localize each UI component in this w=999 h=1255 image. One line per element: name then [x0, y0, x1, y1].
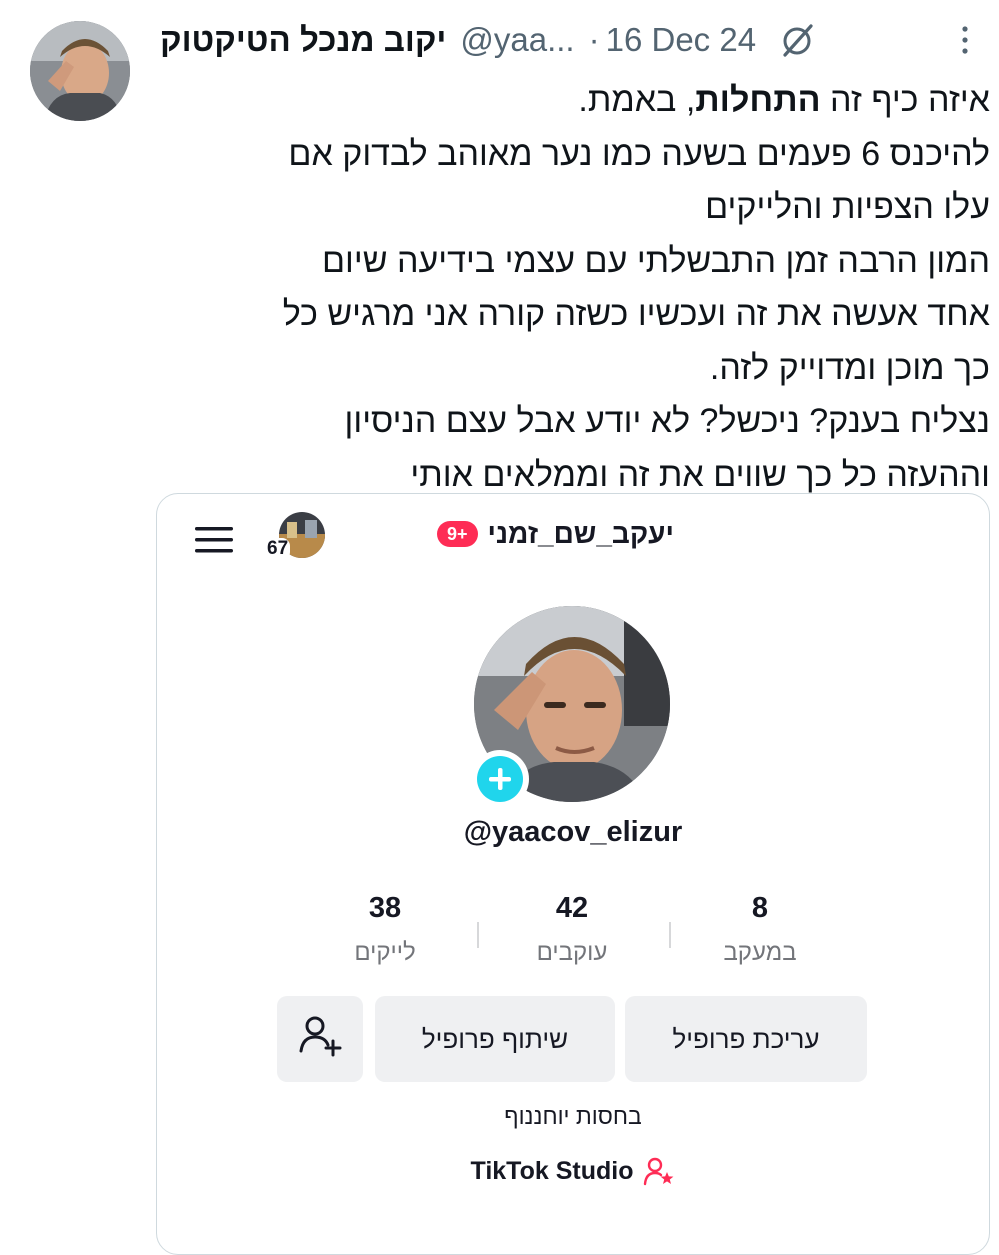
author-handle[interactable]: @yaa...: [460, 21, 574, 59]
more-icon[interactable]: [953, 20, 977, 60]
stat-label: עוקבים: [536, 939, 608, 966]
profile-title-text: יעקב_שם_זמני: [487, 518, 674, 549]
studio-icon: [643, 1156, 675, 1186]
author-avatar[interactable]: [30, 21, 130, 121]
tweet-line: אחד אעשה את זה ועכשיו כשזה קורה אני מרגי…: [282, 295, 990, 333]
stat-value: 42: [555, 892, 589, 924]
studio-label: TikTok Studio: [470, 1156, 634, 1185]
stat-value: 38: [368, 892, 402, 924]
tweet-line: נצליח בענק? ניכשל? לא יודע אבל עצם הניסי…: [344, 402, 990, 440]
stat-value: 8: [751, 892, 769, 924]
stat-following[interactable]: 8 במעקב: [660, 892, 860, 967]
tweet-header: יקוב מנכל הטיקטוק @yaa... · 16 Dec 24: [160, 14, 977, 66]
add-friend-icon: [297, 1013, 343, 1066]
tweet-date[interactable]: 16 Dec 24: [606, 21, 756, 59]
stat-label: במעקב: [723, 939, 797, 966]
tiktok-studio-link[interactable]: TikTok Studio: [157, 1156, 989, 1186]
stat-followers[interactable]: 42 עוקבים: [472, 892, 672, 967]
stat-likes[interactable]: 38 לייקים: [285, 892, 485, 967]
profile-title[interactable]: יעקב_שם_זמני 9+: [437, 518, 674, 550]
story-thumbnail[interactable]: 67: [265, 512, 327, 564]
tweet-line: עלו הצפיות והלייקים: [705, 188, 990, 226]
tweet-line: להיכנס 6 פעמים בשעה כמו נער מאוהב לבדוק …: [288, 134, 990, 173]
share-profile-button[interactable]: שיתוף פרופיל: [375, 996, 615, 1082]
attached-image[interactable]: 67 יעקב_שם_זמני 9+ @yaacov_elizur 38 ליי…: [156, 493, 990, 1255]
edit-profile-button[interactable]: עריכת פרופיל: [625, 996, 867, 1082]
profile-username: @yaacov_elizur: [463, 816, 683, 848]
tweet-text: איזה כיף זה התחלות, באמת. להיכנס 6 פעמים…: [160, 74, 990, 502]
tweet-line: איזה כיף זה התחלות, באמת.: [578, 81, 990, 119]
tweet-line: המון הרבה זמן התבשלתי עם עצמי בידיעה שיו…: [321, 241, 990, 280]
story-count: 67: [265, 538, 291, 560]
grok-icon[interactable]: [780, 20, 820, 60]
author-name[interactable]: יקוב מנכל הטיקטוק: [160, 21, 446, 59]
bio-text[interactable]: בחסות יוחננוף: [157, 1103, 989, 1130]
stat-label: לייקים: [354, 939, 416, 966]
notification-badge: 9+: [437, 521, 478, 547]
tiktok-header: 67 יעקב_שם_זמני 9+: [157, 512, 989, 562]
menu-icon[interactable]: [193, 524, 235, 556]
tweet-line: כך מוכן ומדוייק לזה.: [709, 348, 990, 387]
add-story-button[interactable]: [471, 750, 529, 808]
add-friend-button[interactable]: [277, 996, 363, 1082]
separator-dot: ·: [588, 21, 600, 58]
profile-stats: 38 לייקים 42 עוקבים 8 במעקב: [157, 892, 989, 982]
plus-icon: [477, 756, 523, 802]
